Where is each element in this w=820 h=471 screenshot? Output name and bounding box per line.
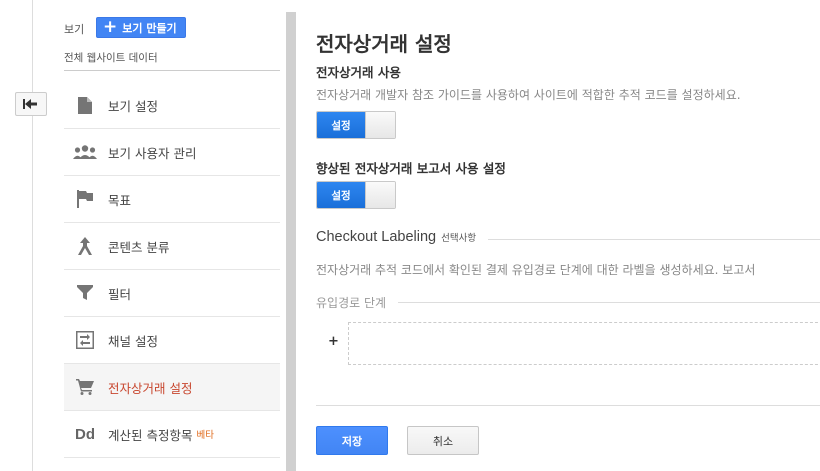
sidebar-item-ecommerce-settings[interactable]: 전자상거래 설정 [64,364,280,411]
ecommerce-settings-panel: 전자상거래 설정 전자상거래 사용 전자상거래 개발자 참조 가이드를 사용하여… [316,0,820,471]
users-icon [72,140,98,164]
funnel-steps-title: 유입경로 단계 [316,296,387,310]
view-underline [64,70,280,71]
save-button[interactable]: 저장 [316,426,388,455]
arrow-left-icon [23,99,37,109]
funnel-step-input-area[interactable] [348,322,820,365]
content-grouping-icon [72,234,98,258]
page-title: 전자상거래 설정 [316,32,452,56]
toggle-on-label: 설정 [317,112,365,138]
beta-badge: 베타 [196,430,214,441]
checkout-labeling-header: Checkout Labeling 선택사항 [316,229,820,245]
toggle-on-label: 설정 [317,182,365,208]
sidebar-item-label: 보기 설정 [108,98,158,114]
toggle-knob [365,112,395,138]
dd-icon: Dd [72,422,98,446]
cancel-button[interactable]: 취소 [407,426,479,455]
sidebar-item-label: 계산된 측정항목 [108,427,193,443]
flag-icon [72,187,98,211]
funnel-steps-header: 유입경로 단계 [316,294,820,311]
sidebar-item-content-grouping[interactable]: 콘텐츠 분류 [64,223,280,270]
ecommerce-enable-description: 전자상거래 개발자 참조 가이드를 사용하여 사이트에 적합한 추적 코드를 설… [316,88,741,102]
checkout-labeling-title: Checkout Labeling [316,229,437,245]
sidebar-item-label: 전자상거래 설정 [108,380,193,396]
create-view-button[interactable]: + 보기 만들기 [96,17,186,38]
enhanced-ecommerce-toggle[interactable]: 설정 [316,181,396,209]
ecommerce-enable-title: 전자상거래 사용 [316,65,401,80]
sidebar-item-label: 채널 설정 [108,333,158,349]
section-divider [398,302,820,303]
sidebar-item-label: 필터 [108,286,132,302]
sidebar-item-user-management[interactable]: 보기 사용자 관리 [64,129,280,176]
create-view-label: 보기 만들기 [122,21,177,35]
dd-icon-text: Dd [75,425,95,443]
add-step-button[interactable]: + [328,334,339,349]
optional-label: 선택사항 [441,233,477,244]
enhanced-ecommerce-title: 향상된 전자상거래 보고서 사용 설정 [316,161,506,176]
footer-divider [316,405,820,406]
sidebar-item-label: 목표 [108,192,132,208]
admin-sidebar: 보기 + 보기 만들기 전체 웹사이트 데이터 보기 설정 보기 사용자 관리 … [0,0,290,471]
channel-settings-icon [72,328,98,352]
sidebar-item-view-settings[interactable]: 보기 설정 [64,82,280,129]
document-icon [72,93,98,117]
checkout-labeling-description: 전자상거래 추적 코드에서 확인된 결제 유입경로 단계에 대한 라벨을 생성하… [316,263,756,277]
ecommerce-toggle[interactable]: 설정 [316,111,396,139]
sidebar-item-calculated-metrics[interactable]: Dd 계산된 측정항목 베타 [64,411,280,458]
plus-icon: + [103,17,118,37]
sidebar-item-goals[interactable]: 목표 [64,176,280,223]
sidebar-item-channel-settings[interactable]: 채널 설정 [64,317,280,364]
filter-icon [72,281,98,305]
view-menu: 보기 설정 보기 사용자 관리 목표 콘텐츠 분류 필터 채널 설정 전자상거래… [64,82,280,458]
toggle-knob [365,182,395,208]
view-label: 보기 [64,23,85,36]
collapse-button[interactable] [15,92,47,116]
sidebar-item-label: 보기 사용자 관리 [108,145,197,161]
sidebar-item-filters[interactable]: 필터 [64,270,280,317]
panel-splitter[interactable] [286,12,296,471]
rail-divider [32,0,33,471]
section-divider [488,238,820,240]
sidebar-item-label: 콘텐츠 분류 [108,239,170,255]
cart-icon [72,375,98,399]
view-selector[interactable]: 전체 웹사이트 데이터 [64,50,158,65]
